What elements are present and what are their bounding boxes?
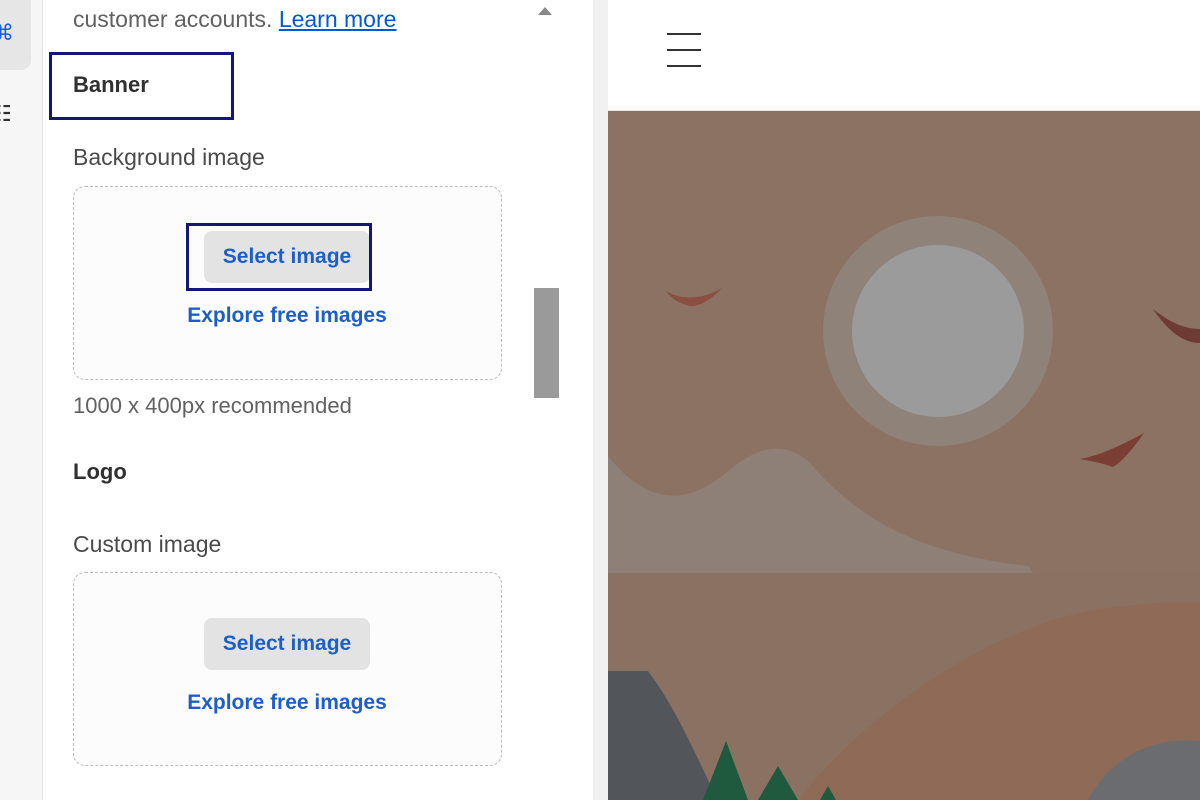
rail-item-apps[interactable]: ⌘ bbox=[0, 0, 31, 70]
store-preview bbox=[608, 0, 1200, 800]
banner-heading-focus-ring bbox=[49, 52, 234, 120]
sitemap-icon: ☷ bbox=[0, 102, 12, 127]
scroll-up-arrow-icon[interactable] bbox=[538, 7, 552, 15]
custom-image-label: Custom image bbox=[73, 531, 222, 557]
intro-text: customer accounts. bbox=[73, 6, 273, 32]
panel-divider bbox=[593, 0, 608, 800]
apps-icon: ⌘ bbox=[0, 21, 14, 46]
intro-text-row: customer accounts. Learn more bbox=[73, 6, 396, 33]
background-image-label: Background image bbox=[73, 144, 265, 170]
scrollbar-thumb[interactable] bbox=[534, 288, 559, 398]
select-image-focus-ring bbox=[186, 223, 372, 291]
background-explore-free-images-link[interactable]: Explore free images bbox=[160, 304, 414, 328]
learn-more-link[interactable]: Learn more bbox=[279, 6, 397, 32]
banner-image bbox=[608, 111, 1200, 800]
logo-select-image-button[interactable]: Select image bbox=[204, 618, 370, 670]
sun bbox=[852, 245, 1024, 417]
logo-heading: Logo bbox=[73, 459, 127, 484]
hamburger-icon[interactable] bbox=[667, 33, 701, 67]
logo-explore-free-images-link[interactable]: Explore free images bbox=[160, 691, 414, 715]
preview-header bbox=[608, 0, 1200, 111]
app-rail: ⌘ ☷ bbox=[0, 0, 43, 800]
background-size-hint: 1000 x 400px recommended bbox=[73, 393, 352, 418]
rail-item-sitemap[interactable]: ☷ bbox=[0, 96, 31, 136]
